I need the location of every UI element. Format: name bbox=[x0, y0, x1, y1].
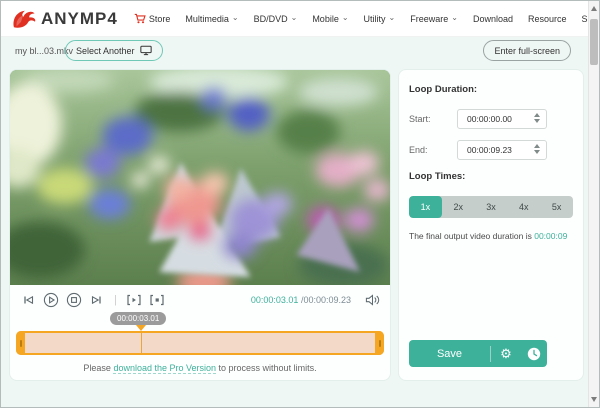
current-time: 00:00:03.01 bbox=[250, 295, 299, 305]
nav-item-label: Store bbox=[148, 13, 171, 24]
chevron-down-icon bbox=[291, 14, 298, 24]
chevron-down-icon bbox=[389, 14, 396, 24]
stop-button[interactable] bbox=[66, 292, 82, 308]
nav-item-mobile[interactable]: Mobile bbox=[312, 14, 348, 24]
time-display: 00:00:03.01 /00:00:09.23 bbox=[251, 295, 351, 305]
chevron-down-icon bbox=[451, 14, 458, 24]
loop-end-handle[interactable] bbox=[375, 331, 384, 355]
end-time-input-wrap bbox=[457, 140, 547, 160]
anymp4-video-looper-page: ANYMP4 Store Multimedia BD/DVD Mobile Ut… bbox=[0, 0, 600, 408]
top-nav: ANYMP4 Store Multimedia BD/DVD Mobile Ut… bbox=[1, 1, 599, 37]
handle-grip-icon bbox=[378, 340, 381, 347]
output-duration-text: The final output video duration is 00:00… bbox=[409, 230, 573, 243]
set-loop-end-button[interactable] bbox=[149, 292, 165, 308]
handle-grip-icon bbox=[19, 340, 22, 347]
loop-times-5x[interactable]: 5x bbox=[540, 196, 573, 218]
anymp4-logo[interactable]: ANYMP4 bbox=[11, 8, 118, 30]
select-another-button[interactable]: Select Another bbox=[65, 40, 163, 61]
playhead-line bbox=[141, 333, 142, 353]
nav-item-bd-dvd[interactable]: BD/DVD bbox=[254, 14, 298, 24]
start-label: Start: bbox=[409, 114, 431, 124]
player-controls: | 00:00:03.01 /00:00:09.23 bbox=[10, 288, 390, 312]
anymp4-flame-icon bbox=[13, 10, 36, 28]
nav-item-label: Multimedia bbox=[185, 13, 229, 24]
chevron-down-icon bbox=[342, 14, 349, 24]
loop-times-title: Loop Times: bbox=[409, 171, 466, 182]
loop-times-2x[interactable]: 2x bbox=[442, 196, 475, 218]
logo-text: ANYMP4 bbox=[41, 8, 118, 28]
play-button[interactable] bbox=[43, 292, 59, 308]
spin-up-icon[interactable] bbox=[534, 144, 540, 148]
loop-duration-title: Loop Duration: bbox=[409, 84, 478, 95]
loop-start-handle[interactable] bbox=[16, 331, 25, 355]
nav-item-label: Resource bbox=[527, 13, 567, 24]
select-another-label: Select Another bbox=[76, 45, 135, 56]
nav-item-label: Download bbox=[472, 13, 513, 24]
total-time: /00:00:09.23 bbox=[300, 295, 351, 305]
file-toolbar: my bl...03.mkv Select Another Enter full… bbox=[1, 37, 588, 67]
limit-suffix: to process without limits. bbox=[216, 363, 317, 373]
save-label: Save bbox=[436, 347, 463, 360]
controls-divider: | bbox=[114, 294, 117, 306]
nav-menu: Store Multimedia BD/DVD Mobile Utility F… bbox=[134, 13, 599, 24]
scroll-down-arrow-icon[interactable] bbox=[591, 397, 597, 402]
end-label: End: bbox=[409, 145, 428, 155]
limit-notice: Please download the Pro Version to proce… bbox=[10, 363, 390, 374]
enter-fullscreen-button[interactable]: Enter full-screen bbox=[483, 40, 571, 61]
loop-range-slider[interactable] bbox=[16, 331, 384, 355]
set-loop-start-button[interactable] bbox=[126, 292, 142, 308]
nav-item-store[interactable]: Store bbox=[134, 13, 171, 24]
timeline: 00:00:03.01 bbox=[10, 310, 390, 360]
cart-icon bbox=[134, 13, 146, 24]
page-scrollbar[interactable] bbox=[588, 1, 599, 407]
nav-item-multimedia[interactable]: Multimedia bbox=[185, 14, 238, 24]
result-value: 00:00:09 bbox=[534, 231, 568, 241]
scrollbar-thumb[interactable] bbox=[590, 19, 598, 65]
nav-item-resource[interactable]: Resource bbox=[528, 14, 567, 24]
video-player-card: | 00:00:03.01 /00:00:09.23 00:00:03.01 P… bbox=[9, 69, 391, 381]
step-backward-button[interactable] bbox=[20, 292, 36, 308]
monitor-icon bbox=[139, 45, 152, 56]
step-forward-button[interactable] bbox=[89, 292, 105, 308]
start-stepper[interactable] bbox=[534, 113, 540, 123]
nav-item-label: Mobile bbox=[312, 13, 339, 24]
start-time-input-wrap bbox=[457, 109, 547, 129]
limit-prefix: Please bbox=[83, 363, 114, 373]
loop-times-4x[interactable]: 4x bbox=[507, 196, 540, 218]
save-button[interactable]: Save ⚙ bbox=[409, 340, 547, 367]
result-prefix: The final output video duration is bbox=[409, 231, 535, 241]
playhead-tooltip: 00:00:03.01 bbox=[110, 312, 167, 325]
loop-settings-panel: Loop Duration: Start: End: Loop Times: 1… bbox=[398, 69, 584, 381]
pro-version-link[interactable]: download the Pro Version bbox=[113, 363, 217, 374]
nav-item-utility[interactable]: Utility bbox=[364, 14, 396, 24]
spin-down-icon[interactable] bbox=[534, 119, 540, 123]
loop-times-selector: 1x 2x 3x 4x 5x bbox=[409, 196, 573, 218]
nav-item-label: BD/DVD bbox=[253, 13, 288, 24]
loop-times-3x[interactable]: 3x bbox=[475, 196, 508, 218]
nav-item-label: Utility bbox=[363, 13, 386, 24]
save-row: Save ⚙ bbox=[409, 340, 547, 367]
start-time-row: Start: bbox=[409, 109, 573, 129]
start-time-input[interactable] bbox=[458, 114, 522, 124]
volume-button[interactable] bbox=[364, 292, 380, 308]
settings-gear-icon[interactable]: ⚙ bbox=[491, 346, 521, 362]
loop-times-1x[interactable]: 1x bbox=[409, 196, 442, 218]
spin-up-icon[interactable] bbox=[534, 113, 540, 117]
chevron-down-icon bbox=[232, 14, 239, 24]
video-preview[interactable] bbox=[10, 70, 390, 285]
nav-item-download[interactable]: Download bbox=[473, 14, 513, 24]
spin-down-icon[interactable] bbox=[534, 150, 540, 154]
nav-item-freeware[interactable]: Freeware bbox=[410, 14, 458, 24]
end-time-row: End: bbox=[409, 140, 573, 160]
nav-item-label: Freeware bbox=[410, 13, 449, 24]
flower-shop-video-frame bbox=[10, 70, 390, 285]
end-time-input[interactable] bbox=[458, 145, 522, 155]
end-stepper[interactable] bbox=[534, 144, 540, 154]
history-clock-icon[interactable] bbox=[521, 347, 547, 361]
scroll-up-arrow-icon[interactable] bbox=[591, 6, 597, 11]
